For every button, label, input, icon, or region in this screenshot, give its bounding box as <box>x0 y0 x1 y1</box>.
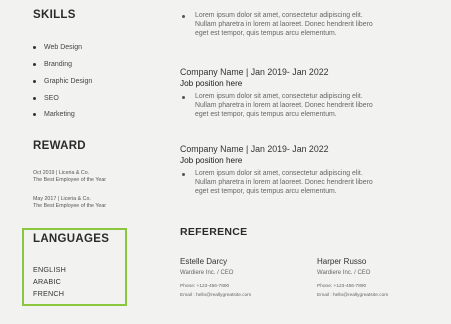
reference-phone: Phone: +123-456-7890 <box>180 284 230 289</box>
reference-phone: Phone: +123-456-7890 <box>317 284 367 289</box>
reference-name: Estelle Darcy <box>180 257 228 266</box>
bullet-dot <box>33 113 36 116</box>
bullet-dot <box>33 97 36 100</box>
reference-org: Wardiere Inc. / CEO <box>180 270 234 276</box>
left-column: SKILLS Web Design Branding Graphic Desig… <box>0 0 160 324</box>
skills-title: SKILLS <box>33 9 76 21</box>
language-item: FRENCH <box>33 289 65 298</box>
bullet-dot <box>33 63 36 66</box>
languages-title: LANGUAGES <box>33 233 110 245</box>
bullet-dot <box>182 15 185 18</box>
reference-name: Harper Russo <box>317 257 367 266</box>
job-position: Job position here <box>180 156 243 165</box>
language-item: ARABIC <box>33 277 61 286</box>
reference-org: Wardiere Inc. / CEO <box>317 270 371 276</box>
bullet-dot <box>33 46 36 49</box>
bullet-dot <box>182 96 185 99</box>
language-item: ENGLISH <box>33 265 66 274</box>
award-item: Oct 2019 | Liceria & Co. The Best Employ… <box>33 170 107 183</box>
reward-title: REWARD <box>33 140 86 152</box>
award-item: May 2017 | Liceria & Co. The Best Employ… <box>33 196 107 209</box>
reference-email: Email : hello@reallygreatsite.com <box>180 293 252 298</box>
bullet-dot <box>182 173 185 176</box>
company-line: Company Name | Jan 2019- Jan 2022 <box>180 67 329 77</box>
bullet-dot <box>33 80 36 83</box>
company-line: Company Name | Jan 2019- Jan 2022 <box>180 144 329 154</box>
job-position: Job position here <box>180 79 243 88</box>
right-column: Lorem ipsum dolor sit amet, consectetur … <box>180 12 389 298</box>
reference-title: REFERENCE <box>180 226 248 238</box>
reference-email: Email : hello@reallygreatsite.com <box>317 293 389 298</box>
